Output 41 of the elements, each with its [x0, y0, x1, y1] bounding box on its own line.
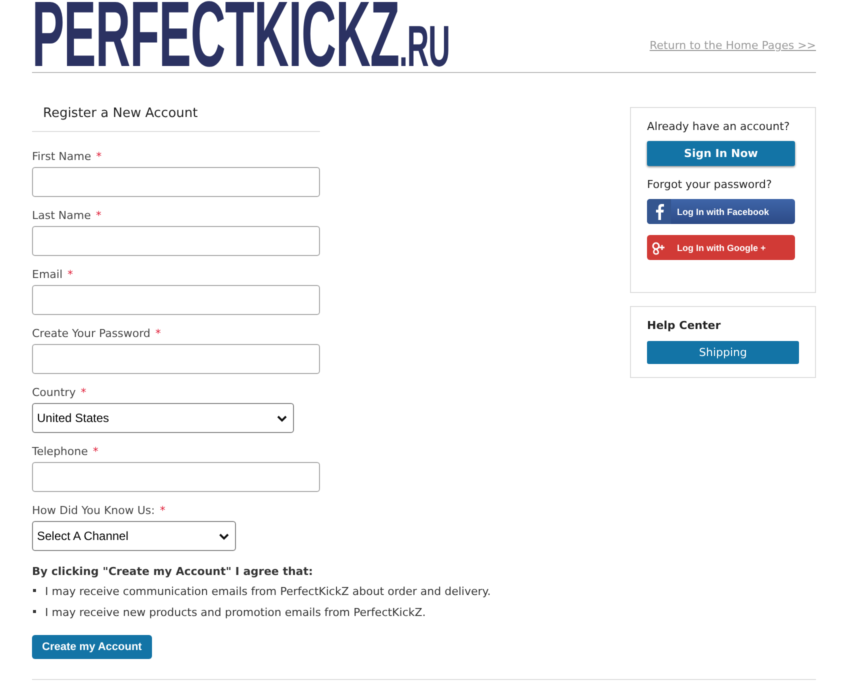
caret-icon [277, 414, 287, 422]
bullet-icon [33, 610, 36, 612]
facebook-icon [654, 203, 664, 220]
input-field[interactable] [32, 167, 320, 197]
agreement-heading: By clicking "Create my Account" I agree that: [32, 565, 314, 579]
required-mark: * [155, 327, 161, 340]
facebook-login-button[interactable]: Log In with Facebook [647, 199, 795, 224]
required-mark: * [96, 209, 102, 222]
sign-in-button[interactable]: Sign In Now [647, 141, 795, 166]
field-label: First Name [32, 150, 92, 163]
field-label: Telephone [32, 445, 88, 458]
forgot-password-text: Forgot your password? [647, 178, 773, 192]
input-field[interactable] [32, 344, 320, 374]
account-prompt: Already have an account? [647, 120, 791, 134]
dropdown[interactable]: United States [32, 403, 294, 433]
google-login-button[interactable]: Log In with Google + [647, 235, 795, 260]
logo[interactable]: PERFECTKICKZ.RU [32, 0, 450, 70]
caret-icon [219, 532, 229, 540]
required-mark: * [92, 445, 98, 458]
required-mark: * [160, 504, 166, 517]
agreement-item: I may receive new products and promotion emails from PerfectKickZ. [45, 606, 426, 620]
field-label: Create Your Password [32, 327, 150, 340]
help-button[interactable]: Shipping [647, 341, 799, 364]
form-title: Register a New Account [32, 106, 320, 132]
dropdown[interactable]: Select A Channel [32, 521, 236, 551]
agreement-item: I may receive communication emails from PerfectKickZ about order and delivery. [45, 585, 491, 599]
required-mark: * [68, 268, 74, 281]
help-title: Help Center [647, 319, 722, 333]
field-label: How Did You Know Us: [32, 504, 155, 517]
input-field[interactable] [32, 226, 320, 256]
create-account-button[interactable]: Create my Account [32, 635, 152, 659]
field-label: Email [32, 268, 63, 281]
bullet-icon [33, 588, 36, 592]
input-field[interactable] [32, 285, 320, 315]
google-plus-icon [651, 240, 667, 254]
home-link[interactable]: Return to the Home Pages >> [650, 39, 816, 52]
field-label: Last Name [32, 209, 91, 222]
field-label: Country [32, 386, 76, 399]
required-mark: * [80, 386, 86, 399]
required-mark: * [96, 150, 102, 163]
input-field[interactable] [32, 462, 320, 492]
